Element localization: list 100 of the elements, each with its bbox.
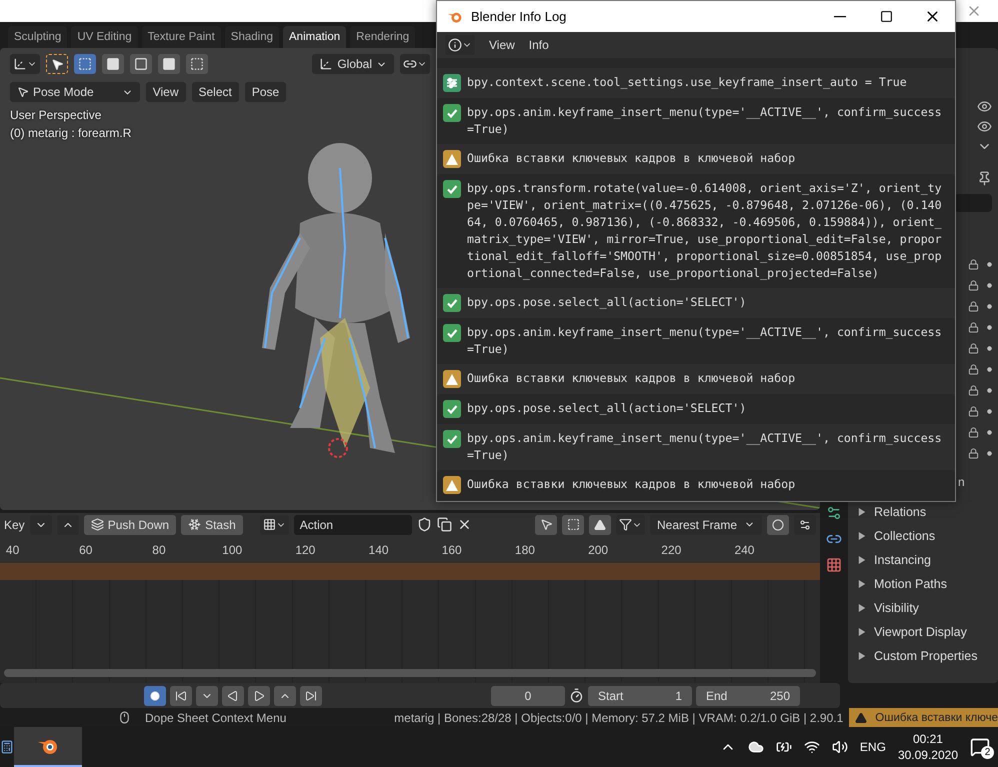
lock-icon[interactable] — [968, 259, 979, 270]
select-mode-button[interactable] — [186, 54, 208, 74]
transform-pivot-button[interactable] — [10, 54, 40, 74]
lock-icon[interactable] — [968, 322, 979, 333]
snapping-dropdown[interactable]: Nearest Frame — [650, 514, 762, 535]
clock[interactable]: 00:21 30.09.2020 — [898, 731, 958, 763]
workspace-tab[interactable]: UV Editing — [71, 26, 138, 48]
square-icon — [134, 57, 148, 71]
dashed-square-icon — [78, 57, 92, 71]
workspace-tab[interactable]: Rendering — [350, 26, 416, 48]
cloud-icon[interactable] — [748, 739, 764, 755]
menu-item[interactable]: Pose — [244, 82, 286, 102]
viewport-info-text: User Perspective — [10, 108, 102, 122]
axis-icon — [13, 57, 27, 71]
falloff-button[interactable] — [794, 514, 816, 535]
square-icon — [162, 57, 176, 71]
proportional-button[interactable] — [767, 514, 789, 535]
lock-icon[interactable] — [968, 448, 979, 459]
log-entry[interactable]: bpy.ops.transform.rotate(value=-0.614008, orient_axis='Z', orient_type='VIEW', orient_matrix=((0.475625, -0.879648, 2.07126e-06), (0.14064, 0.0760465, 0.987136), (-0.868332, -0.469506, 0.159884)), orient_matrix_type='VIEW', mirror=True, use_proportional_edit=False, proportional_edit_falloff='SMOOTH', proportional_size=0.00851854, use_proportional_connected=False, use_proportional_projected=False) — [437, 174, 955, 288]
panel-header[interactable]: Relations — [854, 500, 992, 524]
lock-icon[interactable] — [968, 406, 979, 417]
jump-end-button[interactable] — [300, 686, 322, 706]
lock-icon[interactable] — [968, 385, 979, 396]
action-button[interactable]: Push Down — [84, 514, 176, 535]
workspace-tab[interactable]: Animation — [283, 26, 346, 48]
log-entry[interactable]: Ошибка вставки ключевых кадров в ключевой набор — [437, 364, 955, 394]
log-entry[interactable]: bpy.ops.anim.keyframe_insert_menu(type='__ACTIVE__', confirm_success=True) — [437, 98, 955, 144]
frame-number: 60 — [78, 542, 94, 557]
filter-dropdown[interactable] — [616, 514, 645, 535]
next-key-button[interactable] — [274, 686, 296, 706]
action-name-field[interactable]: Action — [294, 514, 412, 535]
move-up-button[interactable] — [56, 514, 79, 535]
workspace-tab[interactable]: Sculpting — [8, 26, 68, 48]
warning-button[interactable] — [589, 514, 611, 535]
editor-type-dropdown[interactable] — [445, 35, 475, 55]
workspace-tab[interactable]: Texture Paint — [142, 26, 221, 48]
language-indicator[interactable]: ENG — [860, 740, 886, 754]
shield-icon[interactable] — [416, 517, 432, 532]
select-box-button[interactable] — [562, 514, 584, 535]
eye-icon[interactable] — [977, 118, 992, 134]
log-entry[interactable]: bpy.ops.anim.keyframe_insert_menu(type='__ACTIVE__', confirm_success=True) — [437, 424, 955, 470]
skip-forward-icon — [305, 690, 317, 702]
lock-icon[interactable] — [968, 427, 979, 438]
frame-number: 40 — [4, 542, 20, 557]
select-tool-button[interactable] — [46, 54, 68, 74]
log-entry[interactable]: bpy.context.scene.tool_settings.use_keyframe_insert_auto = True — [437, 68, 955, 98]
panel-header[interactable]: Instancing — [854, 548, 992, 572]
action-browse-button[interactable] — [260, 514, 289, 535]
lock-icon[interactable] — [968, 364, 979, 375]
volume-icon[interactable] — [832, 739, 848, 755]
log-entry[interactable]: Ошибка вставки ключевых кадров в ключевой набор — [437, 470, 955, 500]
panel-header[interactable]: Collections — [854, 524, 992, 548]
prev-key-button[interactable] — [196, 686, 218, 706]
stopwatch-icon[interactable] — [569, 688, 584, 703]
dot-icon — [987, 262, 992, 267]
play-button[interactable] — [248, 686, 270, 706]
jump-start-button[interactable] — [170, 686, 192, 706]
play-reverse-button[interactable] — [222, 686, 244, 706]
menu-item[interactable]: Select — [192, 82, 239, 102]
panel-header[interactable]: Viewport Display — [854, 620, 992, 644]
log-entry[interactable]: bpy.ops.pose.select_all(action='SELECT') — [437, 394, 955, 424]
workspace-tab[interactable]: Shading — [224, 26, 279, 48]
scrollbar[interactable] — [4, 669, 816, 677]
sliders-icon — [443, 74, 461, 92]
start-frame-field[interactable]: Start 1 — [588, 686, 692, 706]
end-frame-field[interactable]: End 250 — [696, 686, 800, 706]
maximize-icon — [880, 10, 892, 23]
search-field[interactable] — [954, 194, 992, 212]
current-frame-field[interactable]: 0 — [491, 686, 565, 706]
dot-icon — [987, 346, 992, 351]
menu-item[interactable]: View — [489, 38, 515, 52]
select-mode-button[interactable] — [74, 54, 96, 74]
pivot-dropdown[interactable] — [400, 54, 430, 74]
lock-icon[interactable] — [968, 301, 979, 312]
eye-icon[interactable] — [977, 98, 992, 114]
mode-dropdown[interactable]: Pose Mode — [10, 82, 140, 102]
lock-icon[interactable] — [968, 343, 979, 354]
select-mode-button[interactable] — [158, 54, 180, 74]
orientation-dropdown[interactable]: Global — [312, 54, 394, 74]
log-entry[interactable]: bpy.ops.anim.keyframe_insert_menu(type='__ACTIVE__', confirm_success=True) — [437, 318, 955, 364]
panel-header[interactable]: Visibility — [854, 596, 992, 620]
cursor-button[interactable] — [535, 514, 557, 535]
log-entry[interactable]: bpy.ops.pose.select_all(action='SELECT') — [437, 288, 955, 318]
blender-taskbar-button[interactable] — [14, 727, 82, 767]
panel-header[interactable]: Motion Paths — [854, 572, 992, 596]
record-button[interactable] — [144, 686, 166, 706]
action-button[interactable]: Stash — [181, 514, 243, 535]
lock-icon[interactable] — [968, 280, 979, 291]
menu-item[interactable]: View — [146, 82, 186, 102]
menu-item[interactable]: Info — [528, 38, 549, 52]
frame-number: 120 — [294, 542, 316, 557]
wifi-icon[interactable] — [804, 739, 820, 755]
log-entry[interactable]: Ошибка вставки ключевых кадров в ключевой набор — [437, 144, 955, 174]
select-mode-button[interactable] — [130, 54, 152, 74]
pin-icon[interactable] — [977, 170, 992, 186]
warning-icon — [443, 476, 461, 494]
select-mode-button[interactable] — [102, 54, 124, 74]
panel-header[interactable]: Custom Properties — [854, 644, 992, 668]
copy-icon[interactable] — [436, 517, 452, 532]
move-down-button[interactable] — [30, 514, 52, 535]
